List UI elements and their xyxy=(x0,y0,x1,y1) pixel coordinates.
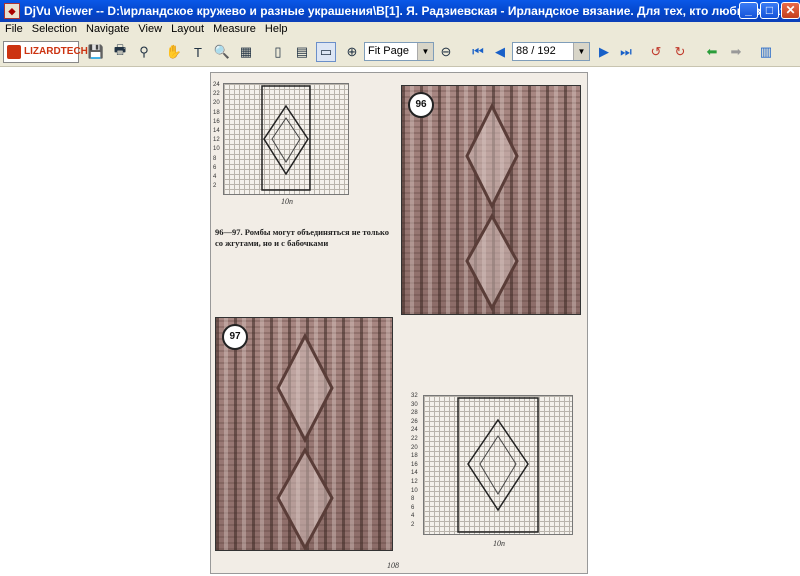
zoom-select[interactable]: Fit Page ▼ xyxy=(364,42,434,61)
chart-top-row-label: 16 xyxy=(213,118,220,125)
logo-label: LIZARDTECH xyxy=(24,46,88,57)
rotate-right-icon[interactable]: ↻ xyxy=(670,42,690,62)
chart-top-pattern xyxy=(261,85,311,191)
chart-bottom-width-label: 10п xyxy=(493,539,505,548)
zoom-out-icon[interactable]: ⊖ xyxy=(436,42,456,62)
sidebar-toggle-icon[interactable]: ▥ xyxy=(756,42,776,62)
chart-bottom-row-label: 30 xyxy=(411,401,418,408)
chart-top-row-label: 18 xyxy=(213,109,220,116)
chart-bottom-row-label: 28 xyxy=(411,410,418,417)
menu-measure[interactable]: Measure xyxy=(208,22,260,35)
zoom-tool-icon[interactable]: 🔍 xyxy=(212,42,232,62)
chart-bottom-row-label: 22 xyxy=(411,436,418,442)
page-number: 108 xyxy=(387,561,399,570)
fit-page-icon[interactable]: ▭ xyxy=(316,42,336,62)
print-icon[interactable]: 🖶 xyxy=(110,42,130,62)
caption: 96—97. Ромбы могут объединяться не тольк… xyxy=(215,227,390,248)
lizard-icon xyxy=(7,45,21,59)
chart-top-row-label: 12 xyxy=(213,137,220,144)
zoom-rect-icon[interactable]: ▦ xyxy=(236,42,256,62)
sample-badge-96: 96 xyxy=(408,92,434,118)
zoom-in-icon[interactable]: ⊕ xyxy=(342,42,362,62)
menu-view[interactable]: View xyxy=(133,22,166,35)
hand-tool-icon[interactable]: ✋ xyxy=(164,42,184,62)
chart-bottom-row-label: 20 xyxy=(411,444,418,451)
chart-bottom-row-label: 16 xyxy=(411,461,418,468)
page-select[interactable]: 88 / 192 ▼ xyxy=(512,42,590,61)
title-bar: ◆ DjVu Viewer -- D:\ирландское кружево и… xyxy=(0,0,800,22)
chart-bottom-pattern xyxy=(457,397,539,533)
sample-badge-97: 97 xyxy=(222,324,248,350)
knit-sample-97: 97 xyxy=(215,317,393,551)
menu-file[interactable]: File xyxy=(0,22,27,35)
last-page-icon[interactable]: ⏭ xyxy=(616,42,636,62)
cable-pattern-97 xyxy=(276,332,334,550)
maximize-button[interactable]: □ xyxy=(760,2,779,19)
zoom-value: Fit Page xyxy=(368,45,409,57)
chart-top-width-label: 10п xyxy=(281,197,293,206)
chevron-down-icon[interactable]: ▼ xyxy=(417,43,433,60)
djvu-app-icon[interactable]: ◆ xyxy=(4,3,20,19)
chart-bottom-row-label: 4 xyxy=(411,513,415,520)
chart-bottom-row-label: 24 xyxy=(411,427,418,434)
chart-bottom-row-label: 6 xyxy=(411,504,415,511)
page-value: 88 / 192 xyxy=(516,45,556,57)
chart-top-row-label: 22 xyxy=(213,91,220,98)
next-page-icon[interactable]: ▶ xyxy=(594,42,614,62)
text-select-icon[interactable]: T xyxy=(188,42,208,62)
chart-bottom-row-label: 14 xyxy=(411,470,418,477)
chart-top-row-label: 20 xyxy=(213,100,220,107)
toolbar: LIZARDTECH 💾 🖶 ⚲ ✋ T 🔍 ▦ ▯ ▤ ▭ ⊕ Fit Pag… xyxy=(0,38,800,67)
menu-help[interactable]: Help xyxy=(260,22,292,35)
first-page-icon[interactable]: ⏮ xyxy=(468,42,488,62)
menu-bar: File Selection Navigate View Layout Measure He… xyxy=(0,22,800,38)
chart-bottom-row-label: 8 xyxy=(411,496,415,503)
close-button[interactable]: ✕ xyxy=(781,2,800,19)
knit-sample-96: 96 xyxy=(401,85,581,315)
chart-bottom-row-label: 10 xyxy=(411,487,418,494)
rotate-left-icon[interactable]: ↺ xyxy=(646,42,666,62)
chart-top-row-label: 6 xyxy=(213,164,217,171)
chart-top-row-label: 2 xyxy=(213,183,217,190)
document-page: 10п 96 96—97. Ромбы могут объединяться н… xyxy=(210,72,588,574)
knitting-chart-top xyxy=(223,83,349,195)
menu-layout[interactable]: Layout xyxy=(166,22,208,35)
chart-bottom-row-label: 32 xyxy=(411,393,418,399)
chart-bottom-row-label: 18 xyxy=(411,453,418,460)
save-icon[interactable]: 💾 xyxy=(86,42,106,62)
chart-top-row-label: 4 xyxy=(213,174,217,180)
knitting-chart-bottom xyxy=(423,395,573,535)
minimize-button[interactable]: _ xyxy=(739,2,758,19)
single-page-icon[interactable]: ▯ xyxy=(268,42,288,62)
continuous-page-icon[interactable]: ▤ xyxy=(292,42,312,62)
chart-top-row-label: 14 xyxy=(213,128,220,134)
chart-top-row-label: 10 xyxy=(213,146,220,153)
chart-bottom-row-label: 2 xyxy=(411,522,415,528)
back-icon[interactable]: ⬅ xyxy=(702,42,722,62)
lizardtech-logo[interactable]: LIZARDTECH xyxy=(3,41,88,63)
window-title: DjVu Viewer -- D:\ирландское кружево и р… xyxy=(24,4,800,18)
cable-pattern-96 xyxy=(465,102,519,312)
prev-page-icon[interactable]: ◀ xyxy=(490,42,510,62)
menu-navigate[interactable]: Navigate xyxy=(81,22,133,35)
chart-bottom-row-label: 12 xyxy=(411,479,418,485)
forward-icon[interactable]: ➡ xyxy=(726,42,746,62)
chart-top-row-label: 24 xyxy=(213,82,220,88)
find-icon[interactable]: ⚲ xyxy=(134,42,154,62)
chart-top-row-label: 8 xyxy=(213,155,217,162)
menu-selection[interactable]: Selection xyxy=(27,22,81,35)
chevron-down-icon[interactable]: ▼ xyxy=(573,43,589,60)
chart-bottom-row-label: 26 xyxy=(411,418,418,425)
